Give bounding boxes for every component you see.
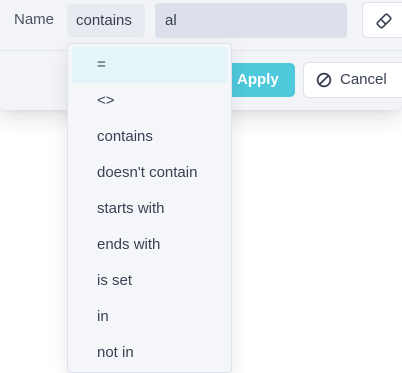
- clear-filter-button[interactable]: [362, 2, 402, 38]
- option-equals[interactable]: =: [72, 47, 227, 83]
- option-is-set[interactable]: is set: [72, 263, 227, 299]
- cancel-button-label: Cancel: [340, 71, 387, 88]
- filter-value-input[interactable]: [155, 3, 347, 38]
- operator-dropdown: = <> contains doesn't contain starts wit…: [67, 43, 232, 373]
- option-in[interactable]: in: [72, 299, 227, 335]
- field-label: Name: [14, 11, 55, 28]
- option-not-in[interactable]: not in: [72, 335, 227, 371]
- cancel-button[interactable]: Cancel: [303, 62, 402, 98]
- option-doesnt-contain[interactable]: doesn't contain: [72, 155, 227, 191]
- eraser-icon: [376, 13, 392, 29]
- ban-icon: [316, 72, 332, 88]
- option-contains[interactable]: contains: [72, 119, 227, 155]
- option-not-equals[interactable]: <>: [72, 83, 227, 119]
- option-ends-with[interactable]: ends with: [72, 227, 227, 263]
- option-starts-with[interactable]: starts with: [72, 191, 227, 227]
- operator-select[interactable]: contains: [67, 4, 145, 37]
